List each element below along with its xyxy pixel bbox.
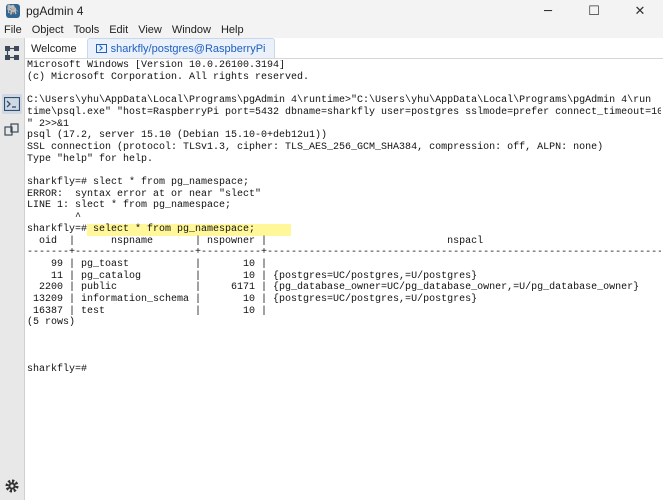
terminal-prompt: sharkfly=# [27,223,88,235]
menu-object[interactable]: Object [27,24,69,36]
tab-welcome[interactable]: Welcome [25,39,87,58]
schema-diff-icon[interactable] [2,120,22,140]
menu-tools[interactable]: Tools [69,24,105,36]
tab-psql-terminal[interactable]: sharkfly/postgres@RaspberryPi [86,38,275,58]
table-header-row: oid | nspname | nspowner | nspacl [27,235,484,247]
gear-icon[interactable] [2,476,22,496]
tab-bar: Welcome sharkfly/postgres@RaspberryPi [25,38,663,59]
menu-view[interactable]: View [133,24,167,36]
terminal-line: Type "help" for help. [27,153,154,165]
tab-psql-label: sharkfly/postgres@RaspberryPi [110,42,266,55]
terminal-icon[interactable] [2,94,22,114]
table-separator: -------+--------------------+----------+… [27,247,661,259]
terminal-tab-icon [95,44,107,53]
terminal-line: C:\Users\yhu\AppData\Local\Programs\pgAd… [27,95,652,107]
window-controls: ─ ☐ ✕ [525,0,663,22]
close-button[interactable]: ✕ [617,0,663,22]
table-row: 2200 | public | 6171 | {pg_database_owne… [27,282,640,294]
maximize-button[interactable]: ☐ [571,0,617,22]
terminal-line: ERROR: syntax error at or near "slect" [27,188,262,200]
terminal-line: Microsoft Windows [Version 10.0.26100.31… [27,60,286,71]
final-prompt[interactable]: sharkfly=# [27,364,661,376]
terminal-line: SSL connection (protocol: TLSv1.3, ciphe… [27,141,604,153]
terminal-line: (c) Microsoft Corporation. All rights re… [27,71,310,83]
object-explorer-icon[interactable] [2,43,22,63]
pgadmin-logo-icon: 🐘 [6,4,20,18]
terminal-line: sharkfly=# slect * from pg_namespace; [27,177,250,188]
menu-help[interactable]: Help [216,24,249,36]
command-line: sharkfly=# select * from pg_namespace; [27,223,661,236]
terminal-line: time\psql.exe" "host=RaspberryPi port=54… [27,106,661,118]
highlighted-command: select * from pg_namespace; [87,223,292,236]
psql-terminal[interactable]: Microsoft Windows [Version 10.0.26100.31… [27,60,661,498]
table-row: 16387 | test | 10 | [27,305,268,317]
menu-file[interactable]: File [0,24,27,36]
terminal-line: " 2>>&1 [27,118,70,130]
menu-window[interactable]: Window [167,24,216,36]
tab-welcome-label: Welcome [31,42,77,55]
title-bar: 🐘 pgAdmin 4 ─ ☐ ✕ [0,0,663,22]
table-row: 11 | pg_catalog | 10 | {postgres=UC/post… [27,270,478,282]
left-toolbar [0,38,25,500]
terminal-line: psql (17.2, server 15.10 (Debian 15.10-0… [27,130,328,142]
minimize-button[interactable]: ─ [525,0,571,22]
highlighted-command-text: select * from pg_namespace; [93,223,256,235]
terminal-line: LINE 1: slect * from pg_namespace; [27,200,232,212]
window-title: pgAdmin 4 [26,4,84,18]
table-row: 13209 | information_schema | 10 | {postg… [27,294,478,306]
table-row: 99 | pg_toast | 10 | [27,258,268,270]
menu-bar: File Object Tools Edit View Window Help [0,22,663,38]
row-count: (5 rows) [27,317,76,329]
terminal-line: ^ [27,212,82,224]
menu-edit[interactable]: Edit [104,24,133,36]
